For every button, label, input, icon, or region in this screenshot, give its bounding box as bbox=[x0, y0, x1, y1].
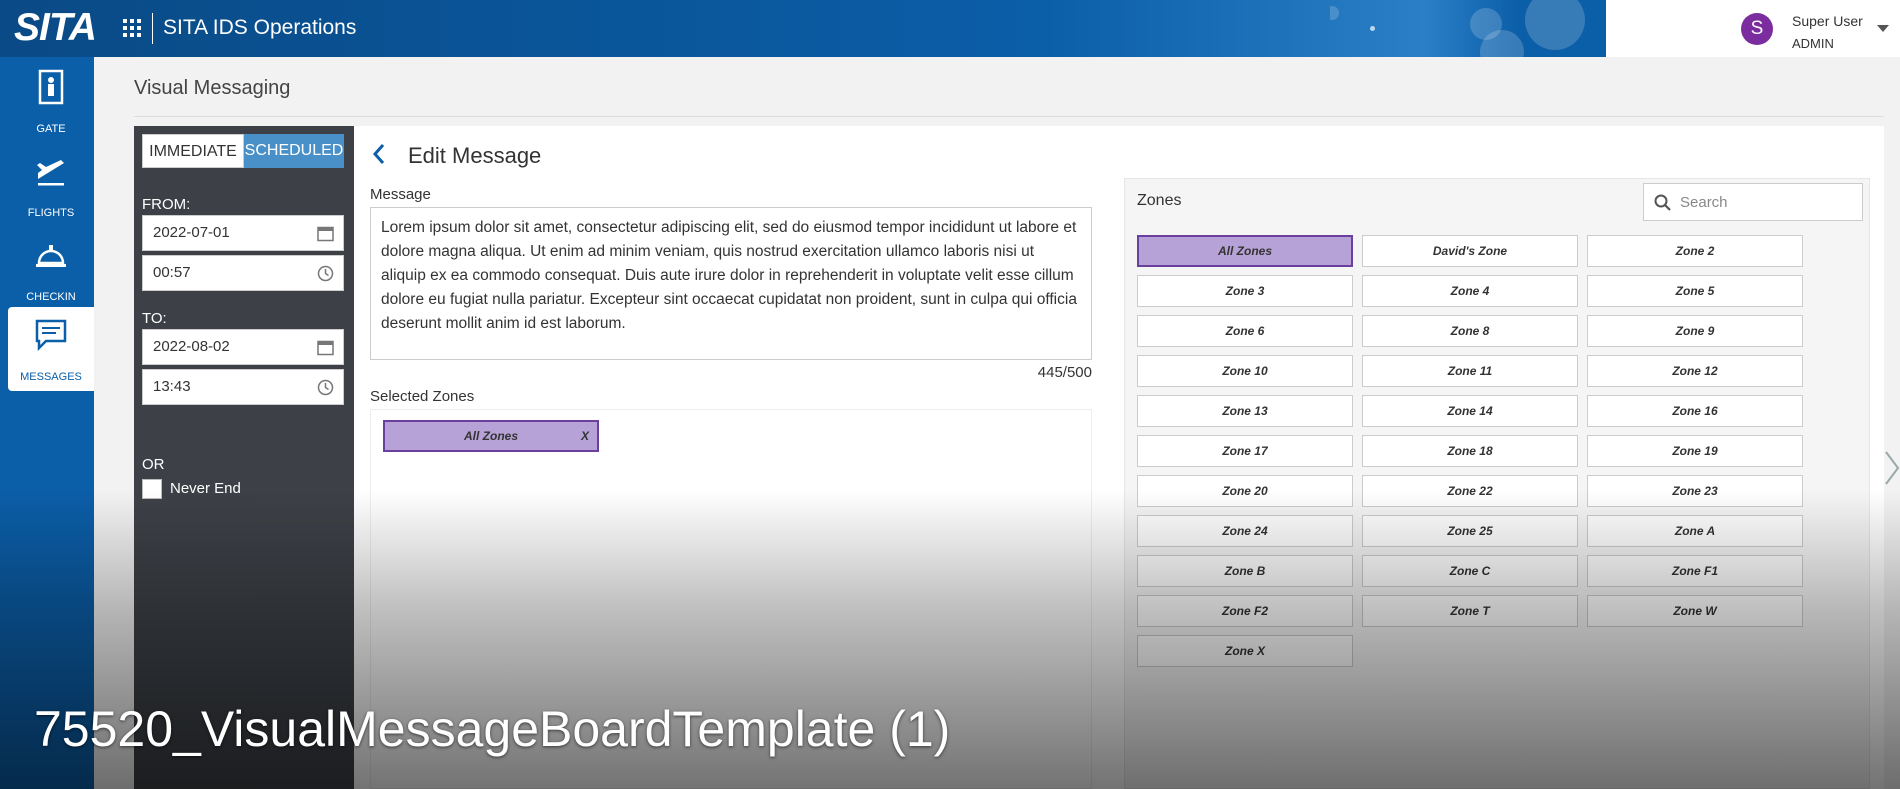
from-time-field[interactable]: 00:57 bbox=[142, 255, 344, 291]
zone-button[interactable]: Zone 13 bbox=[1137, 395, 1353, 427]
zone-button[interactable]: Zone 19 bbox=[1587, 435, 1803, 467]
sita-logo: SITA bbox=[14, 6, 97, 49]
zone-search[interactable] bbox=[1643, 183, 1863, 221]
chevron-down-icon[interactable] bbox=[1877, 25, 1889, 32]
app-title: SITA IDS Operations bbox=[163, 16, 357, 39]
page-divider bbox=[134, 116, 1884, 117]
side-nav: GATE FLIGHTS CHECKIN MESSAGES bbox=[0, 57, 94, 789]
zone-button[interactable]: Zone 18 bbox=[1362, 435, 1578, 467]
immediate-tab[interactable]: IMMEDIATE bbox=[142, 134, 244, 168]
to-date-value: 2022-08-02 bbox=[153, 338, 230, 355]
zone-button[interactable]: Zone 24 bbox=[1137, 515, 1353, 547]
edit-message-panel: Edit Message Message Lorem ipsum dolor s… bbox=[354, 126, 1884, 789]
nav-label: GATE bbox=[36, 123, 66, 135]
never-end-label: Never End bbox=[170, 480, 241, 497]
zone-button[interactable]: Zone 10 bbox=[1137, 355, 1353, 387]
zone-button[interactable]: Zone 3 bbox=[1137, 275, 1353, 307]
header-divider bbox=[152, 13, 153, 44]
user-name: Super User bbox=[1792, 13, 1863, 29]
message-label: Message bbox=[370, 186, 431, 203]
mode-toggle: IMMEDIATE SCHEDULED bbox=[142, 134, 344, 168]
to-label: TO: bbox=[142, 310, 167, 327]
zone-grid: All Zones David's Zone Zone 2 Zone 3 Zone 4 Z… bbox=[1137, 235, 1817, 667]
chat-icon bbox=[35, 319, 67, 352]
nav-label: CHECKIN bbox=[26, 291, 76, 303]
user-role: ADMIN bbox=[1792, 36, 1834, 51]
to-time-field[interactable]: 13:43 bbox=[142, 369, 344, 405]
clock-icon[interactable] bbox=[317, 265, 334, 282]
zone-button[interactable]: Zone 11 bbox=[1362, 355, 1578, 387]
nav-item-checkin[interactable]: CHECKIN bbox=[8, 227, 94, 311]
edit-message-title: Edit Message bbox=[408, 143, 542, 168]
gate-icon bbox=[38, 69, 64, 105]
zone-button[interactable]: Zone 9 bbox=[1587, 315, 1803, 347]
back-arrow-icon[interactable] bbox=[371, 142, 387, 166]
from-date-field[interactable]: 2022-07-01 bbox=[142, 215, 344, 251]
clock-icon[interactable] bbox=[317, 379, 334, 396]
avatar[interactable]: S bbox=[1741, 13, 1773, 45]
zone-button[interactable]: Zone 22 bbox=[1362, 475, 1578, 507]
video-title: 75520_VisualMessageBoardTemplate (1) bbox=[34, 701, 951, 757]
chevron-right-icon[interactable] bbox=[1884, 448, 1900, 488]
nav-label: MESSAGES bbox=[20, 371, 82, 383]
zone-button[interactable]: Zone B bbox=[1137, 555, 1353, 587]
schedule-panel: IMMEDIATE SCHEDULED FROM: 2022-07-01 00:… bbox=[134, 126, 354, 789]
or-label: OR bbox=[142, 456, 165, 473]
header-decoration bbox=[1330, 0, 1620, 57]
zone-button[interactable]: David's Zone bbox=[1362, 235, 1578, 267]
apps-grid-icon[interactable] bbox=[123, 19, 141, 37]
zone-button[interactable]: Zone 20 bbox=[1137, 475, 1353, 507]
zone-button[interactable]: Zone F2 bbox=[1137, 595, 1353, 627]
zone-button[interactable]: Zone F1 bbox=[1587, 555, 1803, 587]
zones-label: Zones bbox=[1137, 192, 1182, 209]
zone-button[interactable]: Zone C bbox=[1362, 555, 1578, 587]
from-date-value: 2022-07-01 bbox=[153, 224, 230, 241]
zone-button[interactable]: Zone 23 bbox=[1587, 475, 1803, 507]
remove-zone-button[interactable]: X bbox=[581, 422, 589, 450]
zone-button[interactable]: Zone 16 bbox=[1587, 395, 1803, 427]
nav-item-gate[interactable]: GATE bbox=[8, 59, 94, 143]
search-input[interactable] bbox=[1678, 190, 1854, 214]
nav-label: FLIGHTS bbox=[27, 207, 75, 219]
zone-button[interactable]: Zone 25 bbox=[1362, 515, 1578, 547]
zone-button[interactable]: Zone 2 bbox=[1587, 235, 1803, 267]
zone-button[interactable]: Zone T bbox=[1362, 595, 1578, 627]
selected-zones-label: Selected Zones bbox=[370, 388, 475, 405]
zone-button[interactable]: Zone W bbox=[1587, 595, 1803, 627]
selected-zone-name: All Zones bbox=[463, 429, 518, 443]
zone-button[interactable]: Zone 4 bbox=[1362, 275, 1578, 307]
zone-button[interactable]: Zone 8 bbox=[1362, 315, 1578, 347]
selected-zone-chip: All Zones X bbox=[383, 420, 599, 452]
zones-panel: Zones All Zones David's Zone Zone 2 Zone 3 Z… bbox=[1124, 178, 1870, 789]
nav-item-flights[interactable]: FLIGHTS bbox=[8, 143, 94, 227]
search-icon bbox=[1654, 194, 1671, 211]
page-title: Visual Messaging bbox=[134, 77, 291, 99]
from-label: FROM: bbox=[142, 196, 191, 213]
zone-button[interactable]: Zone X bbox=[1137, 635, 1353, 667]
zone-button[interactable]: Zone 5 bbox=[1587, 275, 1803, 307]
zone-button[interactable]: All Zones bbox=[1137, 235, 1353, 267]
zone-button[interactable]: Zone 17 bbox=[1137, 435, 1353, 467]
character-counter: 445/500 bbox=[1037, 364, 1092, 381]
airplane-icon bbox=[37, 160, 64, 186]
to-date-field[interactable]: 2022-08-02 bbox=[142, 329, 344, 365]
to-time-value: 13:43 bbox=[153, 378, 191, 395]
calendar-icon[interactable] bbox=[317, 225, 334, 242]
scheduled-tab[interactable]: SCHEDULED bbox=[244, 134, 344, 168]
service-bell-icon bbox=[36, 245, 66, 267]
zone-button[interactable]: Zone A bbox=[1587, 515, 1803, 547]
message-textarea[interactable]: Lorem ipsum dolor sit amet, consectetur … bbox=[370, 207, 1092, 360]
calendar-icon[interactable] bbox=[317, 339, 334, 356]
never-end-checkbox[interactable] bbox=[142, 479, 162, 499]
zone-button[interactable]: Zone 14 bbox=[1362, 395, 1578, 427]
nav-item-messages[interactable]: MESSAGES bbox=[8, 307, 94, 391]
zone-button[interactable]: Zone 12 bbox=[1587, 355, 1803, 387]
zone-button[interactable]: Zone 6 bbox=[1137, 315, 1353, 347]
top-bar: SITA SITA IDS Operations S Super User AD… bbox=[0, 0, 1900, 57]
from-time-value: 00:57 bbox=[153, 264, 191, 281]
